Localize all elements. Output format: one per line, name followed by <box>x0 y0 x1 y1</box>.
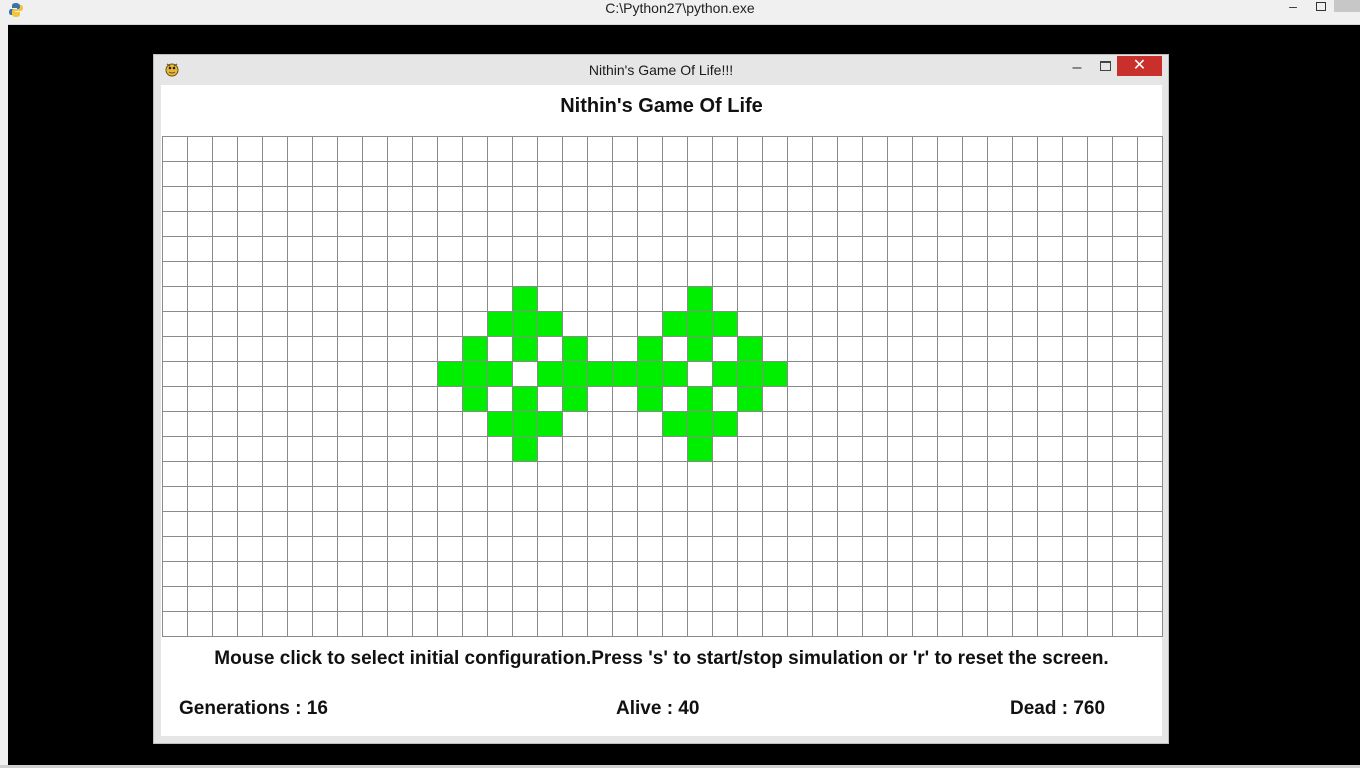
alive-cell[interactable] <box>488 312 512 336</box>
generations-counter: Generations : 16 <box>179 698 328 719</box>
alive-cell[interactable] <box>513 412 537 436</box>
game-window: Nithin's Game Of Life!!! – ✕ Nithin's Ga… <box>153 54 1169 744</box>
alive-cell[interactable] <box>538 362 562 386</box>
alive-cell[interactable] <box>763 362 787 386</box>
dead-counter: Dead : 760 <box>1010 698 1106 719</box>
alive-cell[interactable] <box>438 362 462 386</box>
alive-cell[interactable] <box>663 312 687 336</box>
alive-cell[interactable] <box>538 412 562 436</box>
game-heading: Nithin's Game Of Life <box>560 95 763 117</box>
instructions-text: Mouse click to select initial configurat… <box>214 648 1109 669</box>
alive-cell[interactable] <box>513 312 537 336</box>
alive-cell[interactable] <box>688 412 712 436</box>
life-grid[interactable] <box>162 136 1163 637</box>
alive-cell[interactable] <box>688 287 712 311</box>
minimize-button[interactable]: – <box>1066 60 1088 77</box>
game-titlebar[interactable]: Nithin's Game Of Life!!! – ✕ <box>154 55 1168 85</box>
console-close-button[interactable] <box>1334 0 1360 12</box>
maximize-button[interactable] <box>1094 59 1116 73</box>
alive-cell[interactable] <box>513 437 537 461</box>
alive-cell[interactable] <box>688 337 712 361</box>
alive-cell[interactable] <box>613 362 637 386</box>
alive-cell[interactable] <box>588 362 612 386</box>
alive-cell[interactable] <box>738 387 762 411</box>
alive-cell[interactable] <box>513 337 537 361</box>
alive-cell[interactable] <box>713 412 737 436</box>
alive-cell[interactable] <box>463 362 487 386</box>
alive-cell[interactable] <box>688 312 712 336</box>
window-title: Nithin's Game Of Life!!! <box>588 62 734 78</box>
game-surface: Nithin's Game Of Life Mouse click to sel… <box>161 85 1163 736</box>
alive-cell[interactable] <box>463 337 487 361</box>
alive-cell[interactable] <box>738 362 762 386</box>
maximize-icon <box>1100 61 1111 71</box>
alive-cell[interactable] <box>463 387 487 411</box>
console-border <box>0 24 8 768</box>
close-button[interactable]: ✕ <box>1117 56 1162 76</box>
console-titlebar: C:\Python27\python.exe ‒ <box>0 0 1360 25</box>
alive-cell[interactable] <box>688 387 712 411</box>
alive-cell[interactable] <box>738 337 762 361</box>
alive-cell[interactable] <box>663 362 687 386</box>
alive-cell[interactable] <box>513 287 537 311</box>
alive-cell[interactable] <box>638 387 662 411</box>
alive-cell[interactable] <box>538 312 562 336</box>
alive-cell[interactable] <box>713 312 737 336</box>
alive-cell[interactable] <box>713 362 737 386</box>
alive-cell[interactable] <box>563 337 587 361</box>
alive-cell[interactable] <box>488 362 512 386</box>
alive-counter: Alive : 40 <box>616 698 700 719</box>
console-minimize-button[interactable]: ‒ <box>1284 0 1302 14</box>
console-title: C:\Python27\python.exe <box>605 0 755 16</box>
alive-cell[interactable] <box>638 362 662 386</box>
alive-cell[interactable] <box>688 437 712 461</box>
alive-cell[interactable] <box>563 362 587 386</box>
maximize-icon <box>1316 1 1326 11</box>
alive-cell[interactable] <box>638 337 662 361</box>
console-maximize-button[interactable] <box>1312 0 1330 12</box>
alive-cell[interactable] <box>563 387 587 411</box>
alive-cell[interactable] <box>663 412 687 436</box>
alive-cell[interactable] <box>513 387 537 411</box>
alive-cell[interactable] <box>488 412 512 436</box>
